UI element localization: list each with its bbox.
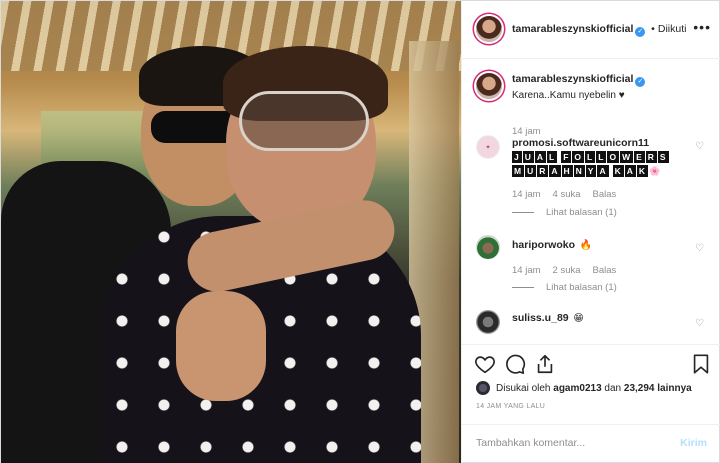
- liked-by-and: dan: [604, 382, 622, 394]
- boxed-letter: A: [597, 165, 609, 177]
- boxed-letter: L: [547, 151, 558, 163]
- boxed-letter: W: [620, 151, 634, 163]
- comment-likes[interactable]: 2 suka: [553, 265, 581, 276]
- share-icon[interactable]: [534, 353, 556, 375]
- comment-meta: 14 jam 4 suka Balas: [512, 189, 628, 200]
- caption-time: 14 jam: [512, 126, 541, 137]
- comment-input[interactable]: Tambahkan komentar...: [476, 437, 585, 449]
- comment-time: 14 jam: [512, 189, 541, 200]
- header-user-line: tamarableszynskiofficial ✓ • Diikuti: [512, 23, 686, 37]
- instagram-post: tamarableszynskiofficial ✓ • Diikuti ••• t…: [0, 0, 720, 463]
- comment-username[interactable]: suliss.u_89: [512, 312, 569, 324]
- replies-line-divider: [512, 212, 534, 213]
- likes-count[interactable]: 23,294 lainnya: [624, 383, 692, 394]
- liked-by-avatar[interactable]: [476, 381, 490, 395]
- boxed-letter: A: [549, 165, 561, 177]
- post-actions: Disukai oleh agam0213 dan 23,294 lainnya…: [462, 344, 720, 424]
- comment-likes[interactable]: 4 suka: [553, 189, 581, 200]
- caption-username[interactable]: tamarableszynskiofficial: [512, 73, 633, 85]
- view-replies-link[interactable]: Lihat balasan (1): [512, 207, 617, 218]
- post-timestamp[interactable]: 14 JAM YANG LALU: [476, 403, 545, 410]
- comment-text-line1: JUALFOLLOWERS: [512, 151, 670, 163]
- photo-woman-sunglasses: [239, 91, 369, 151]
- comment-time: 14 jam: [512, 265, 541, 276]
- boxed-letter: O: [607, 151, 620, 163]
- verified-badge-icon: ✓: [635, 27, 646, 37]
- boxed-letter: S: [657, 151, 669, 163]
- verified-badge-icon: ✓: [635, 77, 646, 87]
- boxed-letter: R: [537, 165, 549, 177]
- post-photo[interactable]: [1, 1, 461, 463]
- header-username[interactable]: tamarableszynskiofficial: [512, 23, 633, 35]
- add-comment-bar: Tambahkan komentar... Kirim: [462, 424, 720, 463]
- more-options-icon[interactable]: •••: [693, 19, 711, 35]
- post-comment-button[interactable]: Kirim: [680, 437, 707, 449]
- like-comment-heart-icon[interactable]: ♡: [695, 318, 705, 329]
- boxed-letter: L: [596, 151, 607, 163]
- flower-emoji: 🌸: [649, 166, 661, 176]
- comments-section: tamarableszynskiofficial ✓ Karena..Kamu n…: [462, 59, 720, 344]
- comment-icon[interactable]: [504, 353, 526, 375]
- replies-line-divider: [512, 287, 534, 288]
- comment-meta: 14 jam 2 suka Balas: [512, 265, 628, 276]
- boxed-letter: E: [634, 151, 645, 163]
- view-replies-link[interactable]: Lihat balasan (1): [512, 282, 617, 293]
- comment-avatar[interactable]: ✦: [476, 135, 500, 159]
- bookmark-icon[interactable]: [690, 353, 712, 375]
- comment-username[interactable]: promosi.softwareunicorn11: [512, 137, 649, 149]
- liked-by: Disukai oleh agam0213 dan 23,294 lainnya: [476, 381, 692, 395]
- comment-avatar[interactable]: [476, 235, 500, 259]
- follow-separator: •: [651, 23, 655, 35]
- heart-icon[interactable]: [474, 353, 496, 375]
- boxed-letter: A: [534, 151, 547, 163]
- caption-avatar[interactable]: [476, 73, 502, 99]
- following-button[interactable]: Diikuti: [658, 23, 687, 35]
- boxed-letter: U: [522, 151, 534, 163]
- reply-button[interactable]: Balas: [593, 265, 617, 276]
- boxed-letter: F: [561, 151, 572, 163]
- boxed-letter: K: [636, 165, 649, 177]
- boxed-letter: N: [573, 165, 585, 177]
- boxed-letter: M: [512, 165, 525, 177]
- photo-clasped-hands: [176, 291, 266, 401]
- like-comment-heart-icon[interactable]: ♡: [695, 243, 705, 254]
- comment-username[interactable]: hariporwoko: [512, 239, 575, 251]
- view-replies-label[interactable]: Lihat balasan (1): [546, 207, 617, 218]
- comment-avatar[interactable]: [476, 310, 500, 334]
- view-replies-label[interactable]: Lihat balasan (1): [546, 282, 617, 293]
- liked-by-username[interactable]: agam0213: [553, 383, 601, 394]
- header-avatar[interactable]: [476, 16, 502, 42]
- boxed-letter: H: [561, 165, 573, 177]
- like-comment-heart-icon[interactable]: ♡: [695, 141, 705, 152]
- boxed-letter: Y: [585, 165, 597, 177]
- fire-emoji: 🔥: [579, 240, 593, 251]
- post-header: tamarableszynskiofficial ✓ • Diikuti •••: [462, 1, 720, 59]
- boxed-letter: L: [585, 151, 596, 163]
- boxed-letter: O: [572, 151, 585, 163]
- comment-text-line2: M U R A H N Y A K A K 🌸: [512, 165, 660, 177]
- boxed-letter: R: [645, 151, 657, 163]
- liked-by-prefix: Disukai oleh: [496, 382, 551, 394]
- boxed-letter: U: [525, 165, 537, 177]
- boxed-letter: A: [624, 165, 636, 177]
- caption-text: Karena..Kamu nyebelin ♥: [512, 90, 625, 101]
- boxed-letter: J: [512, 151, 522, 163]
- boxed-letter: K: [612, 165, 624, 177]
- post-side-panel: tamarableszynskiofficial ✓ • Diikuti ••• t…: [461, 1, 720, 463]
- reply-button[interactable]: Balas: [593, 189, 617, 200]
- grin-emoji: 😁: [573, 313, 584, 324]
